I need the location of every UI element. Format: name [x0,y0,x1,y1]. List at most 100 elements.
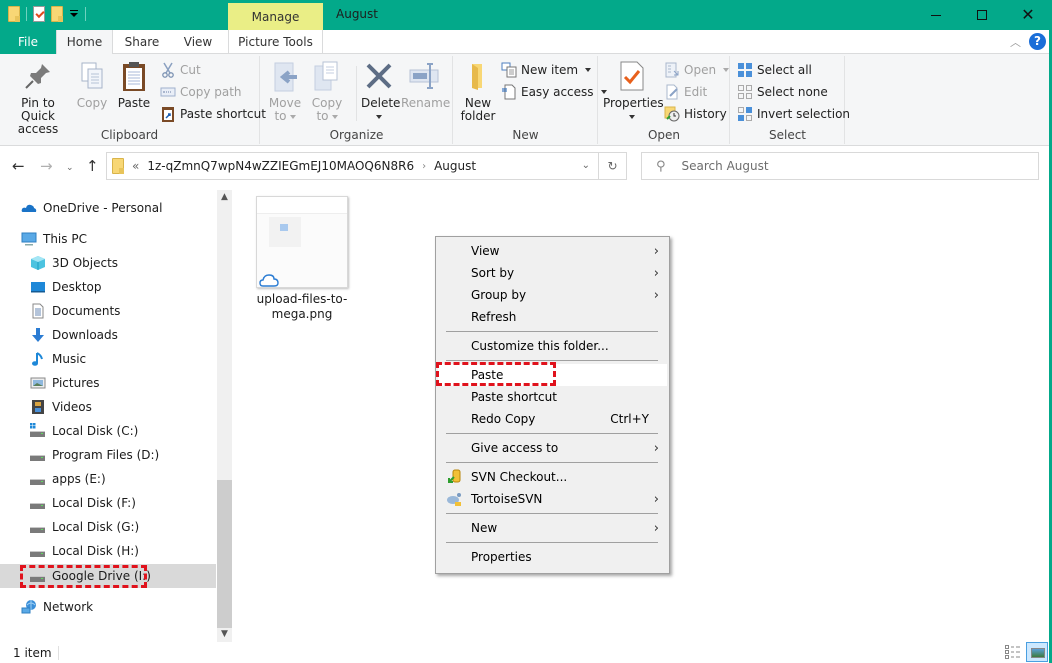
properties-icon[interactable] [33,6,45,22]
edit-button[interactable]: Edit [664,82,707,102]
folder-icon[interactable] [8,6,20,22]
rename-label: Rename [401,96,451,110]
menu-item-paste-shortcut[interactable]: Paste shortcut [438,386,667,408]
new-folder-button[interactable]: New folder [458,60,498,123]
tab-share[interactable]: Share [117,30,167,54]
nav-item-videos[interactable]: Videos [0,395,216,419]
new-folder-label-line2: folder [460,109,496,123]
menu-item-view[interactable]: View › [438,240,667,262]
menu-item-new[interactable]: New › [438,517,667,539]
open-button[interactable]: Open [664,60,730,80]
nav-item-local-disk-g[interactable]: Local Disk (G:) [0,515,216,539]
paste-shortcut-label: Paste shortcut [180,107,266,121]
pin-to-quick-access-button[interactable]: Pin to Quick access [4,60,72,136]
tab-home[interactable]: Home [56,30,113,55]
paste-shortcut-button[interactable]: Paste shortcut [160,104,266,124]
forward-button[interactable]: → [40,159,53,174]
nav-item-local-disk-h[interactable]: Local Disk (H:) [0,539,216,563]
paste-button[interactable]: Paste [114,60,154,110]
new-item-button[interactable]: New item [501,60,592,80]
nav-item-desktop[interactable]: Desktop [0,275,216,299]
tab-file[interactable]: File [0,30,56,54]
maximize-icon [977,10,987,20]
easy-access-button[interactable]: Easy access [501,82,607,102]
onedrive-icon [21,200,37,216]
menu-item-customize-folder[interactable]: Customize this folder... [438,335,667,357]
menu-item-give-access[interactable]: Give access to › [438,437,667,459]
tab-view[interactable]: View [173,30,223,54]
nav-item-network[interactable]: Network [0,595,216,619]
address-bar[interactable]: « 1z-qZmnQ7wpN4wZZIEGmEJ10MAOQ6N8R6 › Au… [106,152,627,180]
customize-qat-icon[interactable] [69,9,79,19]
tab-picture-tools[interactable]: Picture Tools [228,30,323,54]
group-label-clipboard: Clipboard [100,128,159,142]
select-none-label: Select none [757,85,828,99]
copy-to-label-line2: to [309,110,345,123]
select-all-button[interactable]: Select all [737,60,812,80]
nav-item-music[interactable]: Music [0,347,216,371]
nav-item-3d-objects[interactable]: 3D Objects [0,251,216,275]
collapse-ribbon-icon[interactable]: ︿ [1010,34,1021,50]
copy-path-button[interactable]: Copy path [160,82,242,102]
menu-item-tortoisesvn[interactable]: TortoiseSVN › [438,488,667,510]
refresh-button[interactable]: ↻ [598,153,626,179]
menu-item-sort-by[interactable]: Sort by › [438,262,667,284]
nav-scrollbar[interactable]: ▲ ▼ [217,190,232,642]
breadcrumb-overflow[interactable]: « [132,159,139,173]
history-button[interactable]: History [664,104,727,124]
cut-button[interactable]: Cut [160,60,201,80]
large-icons-view-icon[interactable] [1026,642,1048,662]
nav-item-this-pc[interactable]: This PC [0,227,216,251]
back-button[interactable]: ← [12,159,25,174]
menu-item-svn-checkout[interactable]: SVN Checkout... [438,466,667,488]
nav-item-program-files-d[interactable]: Program Files (D:) [0,443,216,467]
new-folder-icon[interactable] [51,6,63,22]
address-toolbar: ← → ⌄ ↑ « 1z-qZmnQ7wpN4wZZIEGmEJ10MAOQ6N… [0,146,1052,186]
maximize-button[interactable] [959,0,1005,30]
nav-item-downloads[interactable]: Downloads [0,323,216,347]
select-none-button[interactable]: Select none [737,82,828,102]
menu-item-group-by[interactable]: Group by › [438,284,667,306]
properties-button[interactable]: Properties [603,60,664,123]
address-dropdown-icon[interactable]: ⌄ [582,160,590,171]
close-button[interactable]: ✕ [1005,0,1051,30]
properties-label: Properties [603,96,664,110]
scroll-up-icon[interactable]: ▲ [217,192,232,202]
breadcrumb-item[interactable]: August [434,159,476,173]
nav-item-local-disk-f[interactable]: Local Disk (F:) [0,491,216,515]
cut-label: Cut [180,63,201,77]
group-open: Properties Open Edit History Open [599,56,730,144]
menu-item-properties[interactable]: Properties [438,546,667,568]
group-label-organize: Organize [329,128,384,142]
details-view-icon[interactable] [1005,645,1021,659]
help-icon[interactable]: ? [1029,33,1046,50]
nav-item-documents[interactable]: Documents [0,299,216,323]
scroll-down-icon[interactable]: ▼ [217,629,232,639]
chevron-right-icon: › [653,287,659,303]
menu-item-refresh[interactable]: Refresh [438,306,667,328]
select-none-icon [737,84,753,100]
invert-selection-button[interactable]: Invert selection [737,104,850,124]
recent-locations-button[interactable]: ⌄ [66,161,74,175]
delete-label: Delete [361,96,401,110]
file-name[interactable]: upload-files-to- mega.png [248,292,356,322]
breadcrumb-separator[interactable]: › [422,161,426,172]
nav-item-local-disk-c[interactable]: Local Disk (C:) [0,419,216,443]
menu-item-redo-copy[interactable]: Redo Copy Ctrl+Y [438,408,667,430]
tab-manage[interactable]: Manage [228,3,323,30]
delete-button[interactable]: Delete [361,60,401,123]
rename-button[interactable]: Rename [401,60,451,110]
copy-to-button[interactable]: Copy to [309,60,345,123]
nav-item-apps-e[interactable]: apps (E:) [0,467,216,491]
search-input[interactable]: Search August [682,159,769,173]
scrollbar-thumb[interactable] [217,480,232,628]
minimize-button[interactable] [913,0,959,30]
breadcrumb-item[interactable]: 1z-qZmnQ7wpN4wZZIEGmEJ10MAOQ6N8R6 [147,159,414,173]
nav-item-onedrive[interactable]: OneDrive - Personal [0,196,216,220]
music-icon [30,351,46,367]
nav-item-pictures[interactable]: Pictures [0,371,216,395]
up-button[interactable]: ↑ [86,159,99,174]
move-to-button[interactable]: Move to [267,60,303,123]
search-box[interactable]: ⚲ Search August [641,152,1039,180]
copy-button[interactable]: Copy [74,60,110,110]
